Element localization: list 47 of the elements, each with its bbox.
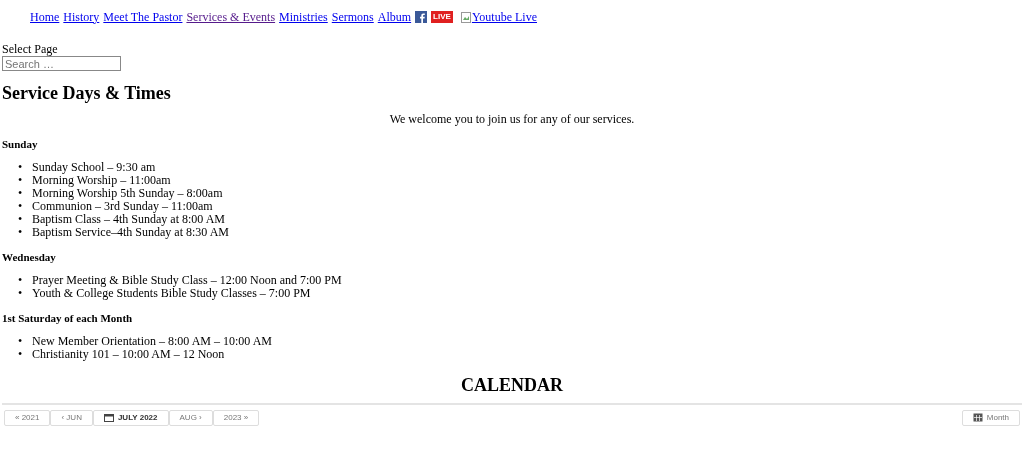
- day-heading: 1st Saturday of each Month: [2, 311, 134, 325]
- broken-image-icon: [460, 11, 471, 23]
- day-heading: Sunday: [2, 137, 39, 151]
- grid-icon: [972, 413, 983, 422]
- select-page-label[interactable]: Select Page: [2, 43, 1022, 56]
- calendar-heading: CALENDAR: [460, 375, 564, 395]
- service-item: Baptism Class – 4th Sunday at 8:00 AM: [32, 213, 225, 226]
- calendar-nav-button[interactable]: « 2021: [4, 410, 51, 426]
- bullet: •: [18, 274, 24, 287]
- page-title: Service Days & Times: [2, 83, 172, 103]
- calendar-nav-button[interactable]: 2023 »: [212, 410, 260, 426]
- bullet: •: [18, 174, 24, 187]
- facebook-icon[interactable]: [415, 11, 428, 23]
- service-item: Youth & College Students Bible Study Classes – 7:00 PM: [32, 287, 311, 300]
- bullet: •: [18, 348, 24, 361]
- intro-text: We welcome you to join us for any of our services.: [388, 112, 636, 126]
- bullet: •: [18, 187, 24, 200]
- day-heading: Wednesday: [2, 250, 57, 264]
- bullet: •: [18, 213, 24, 226]
- service-item: Sunday School – 9:30 am: [32, 161, 156, 174]
- calendar-nav-button[interactable]: AUG ›: [168, 410, 213, 426]
- calendar-icon: [103, 413, 114, 422]
- nav-link[interactable]: Services & Events: [186, 9, 276, 25]
- nav-link[interactable]: Meet The Pastor: [103, 9, 183, 25]
- nav-link[interactable]: Album: [377, 9, 412, 25]
- bullet: •: [18, 287, 24, 300]
- bullet: •: [18, 335, 24, 348]
- service-item: Baptism Service–4th Sunday at 8:30 AM: [32, 226, 229, 239]
- service-item: New Member Orientation – 8:00 AM – 10:00 AM: [32, 335, 272, 348]
- nav-link[interactable]: History: [63, 9, 100, 25]
- calendar-nav-button[interactable]: ‹ JUN: [50, 410, 93, 426]
- service-item: Christianity 101 – 10:00 AM – 12 Noon: [32, 348, 225, 361]
- service-item: Morning Worship 5th Sunday – 8:00am: [32, 187, 223, 200]
- youtube-live-link[interactable]: Youtube Live: [460, 9, 537, 25]
- bullet: •: [18, 200, 24, 213]
- bullet: •: [18, 226, 24, 239]
- live-badge[interactable]: LIVE: [431, 11, 453, 23]
- service-item: Prayer Meeting & Bible Study Class – 12:00 Noon and 7:00 PM: [32, 274, 342, 287]
- view-button[interactable]: Month: [961, 410, 1020, 426]
- nav-link[interactable]: Sermons: [331, 9, 374, 25]
- calendar-nav-button[interactable]: JULY 2022: [92, 410, 169, 426]
- service-item: Morning Worship – 11:00am: [32, 174, 171, 187]
- service-item: Communion – 3rd Sunday – 11:00am: [32, 200, 213, 213]
- search-field[interactable]: Search …: [2, 56, 121, 71]
- nav-link[interactable]: Home: [30, 9, 60, 25]
- bullet: •: [18, 161, 24, 174]
- nav-link[interactable]: Ministries: [279, 9, 328, 25]
